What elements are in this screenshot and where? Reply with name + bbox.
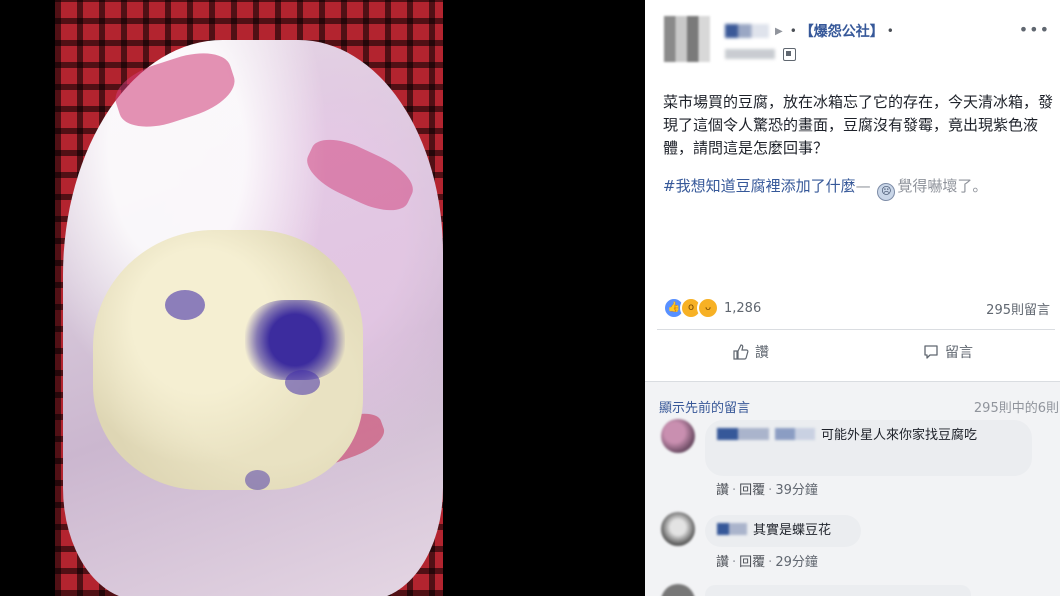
comment-label: 留言 xyxy=(945,345,973,361)
group-name[interactable]: 【爆怨公社】 xyxy=(800,21,884,41)
like-button[interactable]: 讚 xyxy=(733,342,769,362)
more-options-icon[interactable]: ••• xyxy=(1019,20,1050,39)
arrow-right-icon: ▶ xyxy=(775,25,783,37)
photo-viewer xyxy=(0,0,645,596)
haha-reaction-icon: ᴗ xyxy=(697,297,719,319)
feeling-dash: — xyxy=(855,177,871,195)
timestamp-blurred[interactable] xyxy=(725,49,775,59)
comment-bubble-icon xyxy=(924,345,938,359)
commenter-name-blurred[interactable] xyxy=(775,428,815,440)
comment-text: 可能外星人來你家找豆腐吃 xyxy=(821,428,978,443)
feeling-text: 覺得嚇壞了。 xyxy=(897,177,988,195)
comment-time[interactable]: 29分鐘 xyxy=(775,555,818,570)
post-photo[interactable] xyxy=(55,0,443,596)
separator-dot: · xyxy=(768,555,773,570)
commenter-name-blurred[interactable] xyxy=(717,523,747,535)
commenter-avatar[interactable] xyxy=(661,512,695,546)
divider xyxy=(657,329,1055,330)
purple-stain xyxy=(285,370,320,395)
comment-like-link[interactable]: 讚 xyxy=(716,483,729,498)
hashtag-line: #我想知道豆腐裡添加了什麼— ☹ 覺得嚇壞了。 xyxy=(663,175,1055,201)
author-name-blurred[interactable] xyxy=(725,24,769,38)
hashtag-link[interactable]: #我想知道豆腐裡添加了什麼 xyxy=(663,177,856,195)
commenter-avatar[interactable] xyxy=(661,419,695,453)
comment-actions: 讚 · 回覆 · 29分鐘 xyxy=(716,551,818,570)
separator-dot: · xyxy=(732,555,737,570)
reaction-count: 1,286 xyxy=(724,300,762,316)
author-avatar[interactable] xyxy=(664,16,710,62)
thumbs-up-icon xyxy=(733,344,749,360)
post-text: 菜市場買的豆腐，放在冰箱忘了它的存在，今天清冰箱，發現了這個令人驚恐的畫面，豆腐… xyxy=(663,93,1054,157)
reaction-summary[interactable]: 👍 o ᴗ 1,286 xyxy=(663,297,761,319)
separator-dot: • xyxy=(789,24,797,38)
post-meta xyxy=(725,46,796,62)
comment-actions: 讚 · 回覆 · 39分鐘 xyxy=(716,479,818,498)
comment-bubble xyxy=(705,585,971,596)
separator-dot: · xyxy=(732,483,737,498)
separator-dot: · xyxy=(768,483,773,498)
post-panel: ▶ • 【爆怨公社】 • ••• 菜市場買的豆腐，放在冰箱忘了它的存在，今天清冰… xyxy=(645,0,1060,596)
public-privacy-icon xyxy=(783,47,796,61)
like-label: 讚 xyxy=(755,345,769,361)
purple-stain xyxy=(245,300,345,380)
purple-stain xyxy=(245,470,270,490)
separator-dot: • xyxy=(886,24,894,38)
purple-stain xyxy=(165,290,205,320)
fearful-face-icon: ☹ xyxy=(877,183,896,201)
comment-bubble: 其實是蝶豆花 xyxy=(705,515,861,547)
comment-count-link[interactable]: 295則留言 xyxy=(986,299,1050,318)
comment-like-link[interactable]: 讚 xyxy=(716,555,729,570)
comment-button[interactable]: 留言 xyxy=(923,342,973,362)
post-header: ▶ • 【爆怨公社】 • xyxy=(725,20,897,42)
comment-bubble: 可能外星人來你家找豆腐吃 xyxy=(705,420,1032,476)
comment-text: 其實是蝶豆花 xyxy=(753,523,832,538)
comment-time[interactable]: 39分鐘 xyxy=(775,483,818,498)
commenter-name-blurred[interactable] xyxy=(717,428,769,440)
comment-reply-link[interactable]: 回覆 xyxy=(739,483,765,498)
show-previous-comments-link[interactable]: 顯示先前的留言 xyxy=(659,397,750,416)
comment-reply-link[interactable]: 回覆 xyxy=(739,555,765,570)
comments-shown-count: 295則中的6則 xyxy=(973,401,1059,416)
